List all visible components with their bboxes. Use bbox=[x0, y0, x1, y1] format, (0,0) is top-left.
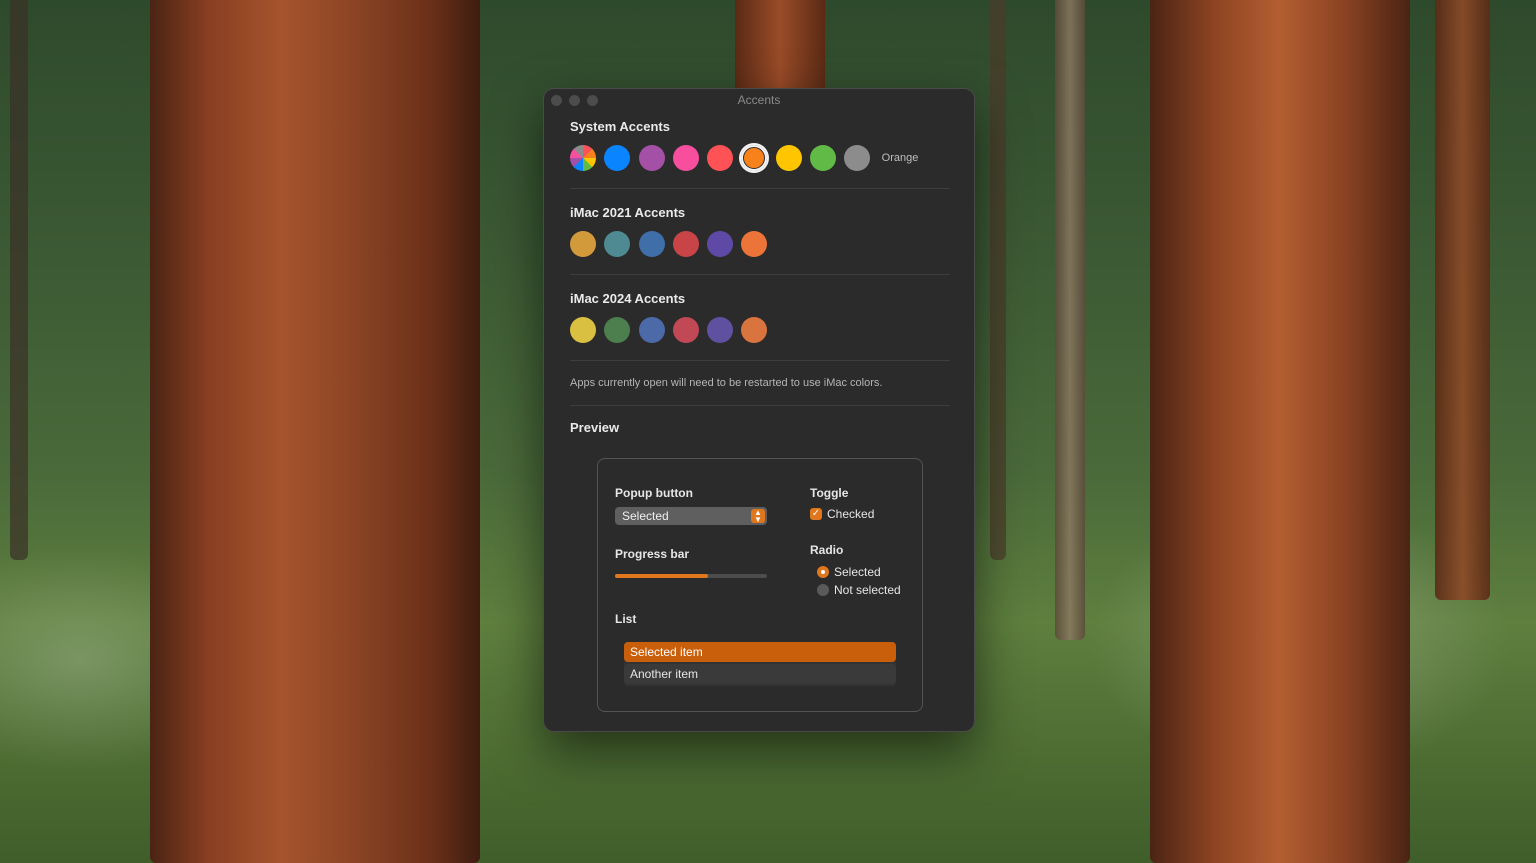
wallpaper-tree bbox=[1435, 0, 1490, 600]
accent-swatch-orange[interactable] bbox=[741, 145, 768, 171]
wallpaper-tree bbox=[10, 0, 28, 560]
window-title: Accents bbox=[737, 93, 781, 107]
checkmark-icon: ✓ bbox=[811, 508, 821, 519]
accent-swatch-green[interactable] bbox=[810, 145, 837, 171]
accent-swatch-pink[interactable] bbox=[672, 145, 699, 171]
accent-swatch-imac2021-1[interactable] bbox=[570, 231, 596, 257]
system-accents-swatches: Orange bbox=[570, 144, 950, 172]
popup-button-label: Popup button bbox=[615, 486, 693, 500]
accent-swatch-imac2021-2[interactable] bbox=[604, 231, 631, 257]
imac2024-title: iMac 2024 Accents bbox=[570, 291, 686, 306]
window-content: System Accents Orange iMac 2021 Accents … bbox=[570, 111, 950, 435]
imac2024-swatches bbox=[570, 316, 950, 344]
divider bbox=[570, 274, 950, 275]
list-item[interactable]: Selected item bbox=[624, 642, 896, 662]
radio-label: Radio bbox=[810, 543, 844, 557]
accent-swatch-imac2021-3[interactable] bbox=[638, 231, 665, 257]
wallpaper-tree bbox=[990, 0, 1006, 560]
preview-panel: Popup button Selected ▲ ▼ Progress bar To… bbox=[597, 458, 923, 712]
preview-title: Preview bbox=[570, 420, 620, 435]
toggle-label: Toggle bbox=[810, 486, 849, 500]
accent-swatch-blue[interactable] bbox=[604, 145, 631, 171]
accent-swatch-imac2024-4[interactable] bbox=[672, 317, 699, 343]
progress-bar bbox=[615, 574, 767, 578]
radio-unselected[interactable] bbox=[817, 584, 829, 596]
checkbox[interactable]: ✓ bbox=[810, 508, 822, 520]
wallpaper-tree bbox=[150, 0, 480, 863]
accent-swatch-imac2024-6[interactable] bbox=[741, 317, 768, 343]
restart-note: Apps currently open will need to be rest… bbox=[570, 377, 883, 389]
imac2021-swatches bbox=[570, 230, 950, 258]
progress-bar-fill bbox=[615, 574, 708, 578]
accent-swatch-graphite[interactable] bbox=[844, 145, 871, 171]
accents-window: Accents System Accents Orange iMac 2021 … bbox=[543, 88, 975, 732]
accent-swatch-imac2024-1[interactable] bbox=[570, 317, 596, 343]
progress-bar-label: Progress bar bbox=[615, 547, 690, 561]
imac2021-title: iMac 2021 Accents bbox=[570, 205, 686, 220]
accent-swatch-purple[interactable] bbox=[638, 145, 665, 171]
system-accents-title: System Accents bbox=[570, 119, 670, 134]
accent-swatch-imac2024-5[interactable] bbox=[707, 317, 734, 343]
accent-swatch-imac2024-2[interactable] bbox=[604, 317, 631, 343]
divider bbox=[570, 188, 950, 189]
radio-selected-label: Selected bbox=[834, 565, 881, 579]
divider bbox=[570, 360, 950, 361]
radio-selected[interactable] bbox=[817, 566, 829, 578]
radio-unselected-label: Not selected bbox=[834, 583, 901, 597]
titlebar[interactable]: Accents bbox=[544, 89, 974, 111]
list-item[interactable]: Another item bbox=[624, 664, 896, 684]
divider bbox=[570, 405, 950, 406]
wallpaper-tree bbox=[1055, 0, 1085, 640]
accent-swatch-multicolor[interactable] bbox=[570, 145, 596, 171]
wallpaper-tree bbox=[735, 0, 825, 100]
popup-button-value: Selected bbox=[622, 509, 669, 523]
accent-swatch-imac2021-4[interactable] bbox=[672, 231, 699, 257]
popup-button[interactable]: Selected ▲ ▼ bbox=[615, 507, 767, 525]
chevron-up-down-icon: ▲ ▼ bbox=[751, 509, 765, 524]
accent-swatch-yellow[interactable] bbox=[775, 145, 802, 171]
accent-swatch-imac2024-3[interactable] bbox=[638, 317, 665, 343]
accent-swatch-imac2021-5[interactable] bbox=[707, 231, 734, 257]
accent-swatch-red[interactable] bbox=[707, 145, 734, 171]
accent-swatch-imac2021-6[interactable] bbox=[741, 231, 768, 257]
checkbox-label: Checked bbox=[827, 507, 875, 521]
list: Selected item Another item bbox=[624, 642, 896, 686]
selected-accent-label: Orange bbox=[881, 152, 919, 164]
list-label: List bbox=[615, 612, 637, 626]
wallpaper-tree bbox=[1150, 0, 1410, 863]
